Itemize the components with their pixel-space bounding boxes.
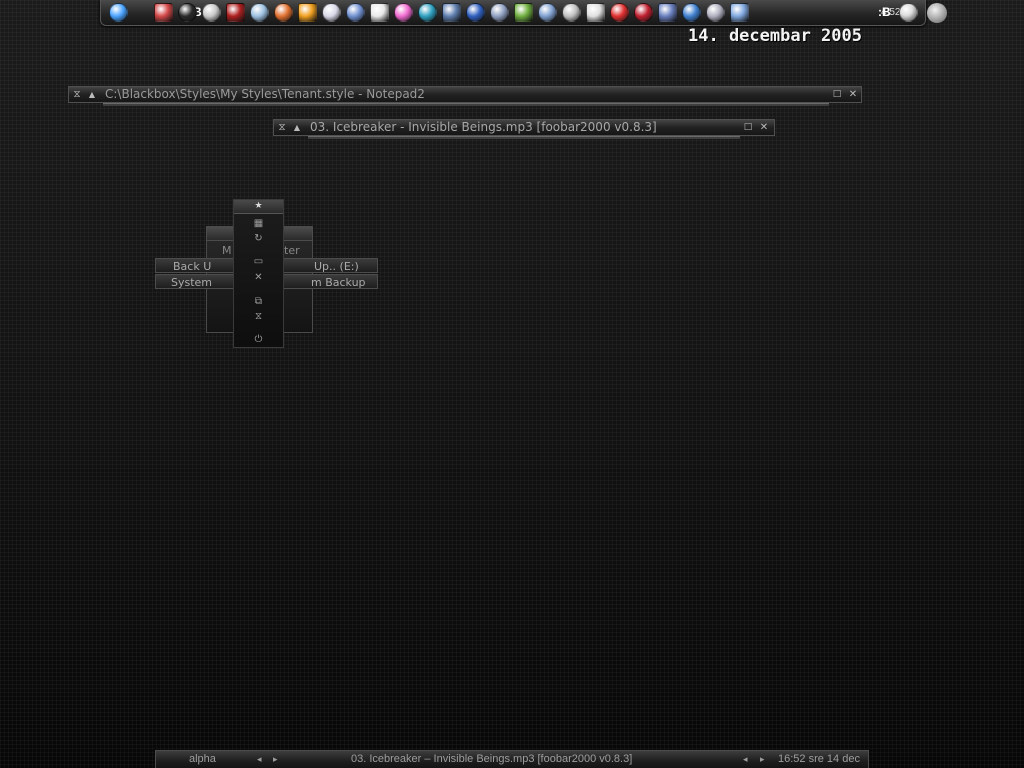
red-disc-icon[interactable]: [226, 3, 245, 22]
notepad-window-edge: [103, 103, 829, 106]
foobar-title: 03. Icebreaker - Invisible Beings.mp3 [f…: [310, 120, 657, 134]
menu-item-system-label: System: [171, 276, 213, 289]
close-icon[interactable]: ✕: [847, 88, 859, 101]
desktop: [0, 0, 1024, 768]
tools-menu-icon[interactable]: ✕: [234, 271, 283, 285]
gear-green-icon[interactable]: [514, 3, 533, 22]
network-icon[interactable]: [250, 3, 269, 22]
menu-item-system-label-right: m Backup: [311, 276, 366, 289]
submenu-partial-label-right: ter: [284, 244, 300, 257]
qt-app-icon[interactable]: [109, 3, 128, 22]
close-icon[interactable]: ✕: [758, 121, 770, 134]
maximize-icon[interactable]: □: [742, 121, 754, 134]
notepad-title: C:\Blackbox\Styles\My Styles\Tenant.styl…: [105, 87, 425, 101]
tools-icon[interactable]: [490, 3, 509, 22]
windows-menu-icon[interactable]: ⧉: [234, 295, 283, 309]
shade-icon[interactable]: ▲: [86, 88, 98, 101]
picture-icon[interactable]: [466, 3, 485, 22]
task-next-icon[interactable]: ▸: [760, 752, 765, 767]
root-icon-menu: ★ ▦ ↻ ▭ ✕ ⧉ ⧖ ⏻: [233, 199, 284, 348]
notepad-window[interactable]: ⧖ ▲ C:\Blackbox\Styles\My Styles\Tenant.…: [68, 86, 862, 106]
power-orb-icon[interactable]: [927, 3, 947, 23]
cog-icon[interactable]: [562, 3, 581, 22]
calendar-icon[interactable]: [154, 3, 173, 22]
workspace-prev-icon[interactable]: ◂: [257, 752, 262, 767]
optical-drive-icon[interactable]: [586, 3, 605, 22]
taskbar: alpha ◂ ▸ 03. Icebreaker – Invisible Bei…: [155, 750, 869, 768]
flower-menu-icon[interactable]: [899, 3, 918, 22]
shield-red-icon[interactable]: [610, 3, 629, 22]
shade-icon[interactable]: ▲: [291, 121, 303, 134]
workspace-label[interactable]: alpha: [189, 752, 216, 767]
root-menu-title: ★: [234, 200, 283, 214]
menu-item-backup-label: Back U: [173, 260, 212, 273]
notepad-icon[interactable]: [346, 3, 365, 22]
taskbar-clock: 16:52 sre 14 dec: [778, 753, 860, 765]
shutdown-icon[interactable]: ⏻: [234, 333, 283, 347]
settings-icon[interactable]: [538, 3, 557, 22]
paint-icon[interactable]: [274, 3, 293, 22]
workspace-next-icon[interactable]: ▸: [273, 752, 278, 767]
folder-icon[interactable]: ▭: [234, 255, 283, 269]
flower-icon[interactable]: [370, 3, 389, 22]
monitor-icon[interactable]: [442, 3, 461, 22]
task-prev-icon[interactable]: ◂: [743, 752, 748, 767]
wrench-icon[interactable]: [730, 3, 749, 22]
lifebuoy-icon[interactable]: [202, 3, 221, 22]
favorites-icon: ★: [254, 201, 263, 211]
globe-icon[interactable]: [682, 3, 701, 22]
blackbox-icon[interactable]: [178, 3, 197, 22]
fruity-loops-icon[interactable]: [298, 3, 317, 22]
maximize-icon[interactable]: □: [831, 88, 843, 101]
menu-item-backup-label-right: Up.. (E:): [314, 260, 359, 273]
blackbox-menu-icon[interactable]: ⧖: [234, 310, 283, 324]
submenu-partial-label: M: [222, 244, 232, 257]
top-dock: 4:52 :B :B: [100, 0, 947, 26]
firefox-icon[interactable]: [658, 3, 677, 22]
antivirus-icon[interactable]: [634, 3, 653, 22]
minimize-icon[interactable]: ⧖: [71, 88, 83, 101]
media-player-icon[interactable]: [418, 3, 437, 22]
foobar-window[interactable]: ⧖ ▲ 03. Icebreaker - Invisible Beings.mp…: [273, 119, 775, 139]
refresh-icon[interactable]: ↻: [234, 232, 283, 246]
blackbox-right-label[interactable]: :B: [878, 5, 891, 19]
date-display: 14. decembar 2005: [688, 26, 862, 46]
workspaces-icon[interactable]: ▦: [234, 217, 283, 231]
colors-icon[interactable]: [394, 3, 413, 22]
taskbar-task-foobar[interactable]: 03. Icebreaker – Invisible Beings.mp3 [f…: [351, 752, 632, 767]
windows-icon[interactable]: [706, 3, 725, 22]
foobar-window-edge: [308, 136, 740, 139]
minimize-icon[interactable]: ⧖: [276, 121, 288, 134]
cd-burn-icon[interactable]: [322, 3, 341, 22]
